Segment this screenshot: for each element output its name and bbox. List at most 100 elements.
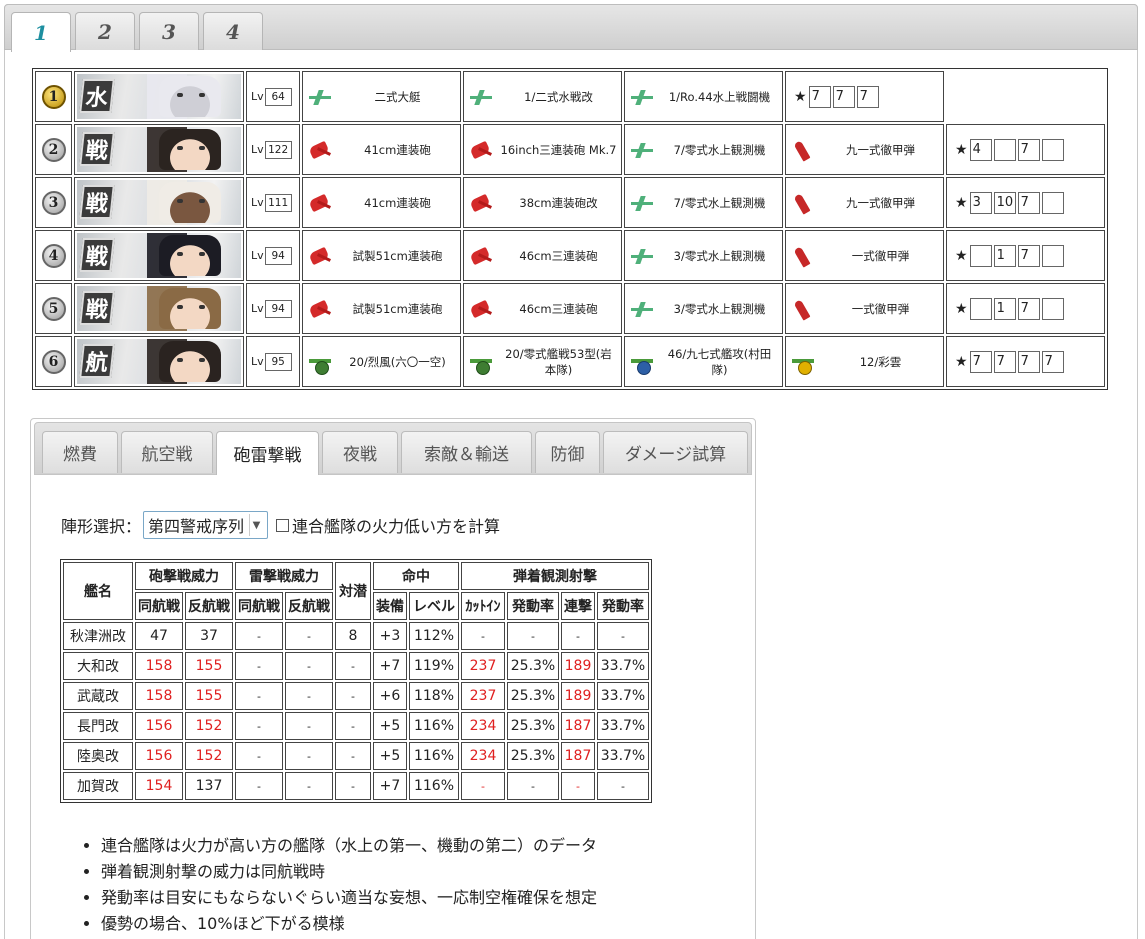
ship-number-cell: 6 [35,336,72,387]
ship-banner-cell[interactable]: 水母 [74,71,244,122]
tab-search-transport[interactable]: 索敵＆輸送 [401,431,532,473]
table-cell: 25.3% [507,652,559,680]
ship-number-cell: 3 [35,177,72,228]
proficiency-input[interactable] [1041,191,1064,214]
equipment-slot[interactable]: 試製51cm連装砲 [302,283,461,334]
equipment-slot[interactable]: 46cm三連装砲 [463,283,622,334]
equipment-slot[interactable]: 1/Ro.44水上戦闘機 [624,71,783,122]
header-accuracy: 命中 [373,562,459,590]
table-cell: - [235,652,283,680]
fighter-icon [307,351,333,375]
proficiency-input[interactable] [969,297,992,320]
proficiency-input[interactable] [1041,138,1064,161]
equipment-slot[interactable]: 7/零式水上観測機 [624,177,783,228]
equipment-slot[interactable]: 一式徹甲弾 [785,283,944,334]
proficiency-input[interactable]: 1 [993,297,1016,320]
equipment-slot[interactable]: 12/彩雲 [785,336,944,387]
proficiency-input[interactable]: 7 [1017,244,1040,267]
ship-banner[interactable]: 戦 [77,127,241,172]
level-input[interactable]: 94 [264,246,292,265]
star-icon: ★ [794,88,807,105]
proficiency-cell: ★ 7 7 7 7 [946,336,1105,387]
equipment-slot[interactable]: 16inch三連装砲 Mk.7 [463,124,622,175]
proficiency-input[interactable] [1041,244,1064,267]
proficiency-input[interactable]: 10 [993,191,1016,214]
proficiency-input[interactable]: 7 [1017,297,1040,320]
equipment-slot[interactable]: 一式徹甲弾 [785,230,944,281]
proficiency-input[interactable]: 4 [969,138,992,161]
equipment-slot[interactable]: 20/烈風(六〇一空) [302,336,461,387]
tab-night-battle[interactable]: 夜戦 [322,431,398,473]
equipment-slot[interactable]: 九一式徹甲弾 [785,177,944,228]
equipment-slot[interactable]: 41cm連装砲 [302,124,461,175]
table-cell: - [285,622,333,650]
level-input[interactable]: 95 [264,352,292,371]
tab-defense[interactable]: 防御 [535,431,600,473]
table-cell: - [335,682,371,710]
equipment-slot[interactable]: 試製51cm連装砲 [302,230,461,281]
ship-number-cell: 1 [35,71,72,122]
ship-number-cell: 5 [35,283,72,334]
ship-banner-cell[interactable]: 戦 [74,283,244,334]
ship-level-cell: Lv 94 [246,283,300,334]
proficiency-cell: ★ 3 10 7 [946,177,1105,228]
equipment-slot[interactable]: 7/零式水上観測機 [624,124,783,175]
formation-select[interactable]: 第四警戒序列 ▼ [143,511,269,539]
proficiency-input[interactable]: 7 [856,85,879,108]
equipment-slot[interactable]: 二式大艇 [302,71,461,122]
proficiency-input[interactable]: 7 [1041,350,1064,373]
header-ship-name: 艦名 [63,562,133,620]
ship-banner[interactable]: 水母 [77,74,241,119]
equipment-slot[interactable]: 九一式徹甲弾 [785,124,944,175]
equipment-slot[interactable]: 20/零式艦戦53型(岩本隊) [463,336,622,387]
proficiency-input[interactable]: 7 [832,85,855,108]
fleet-tab-2[interactable]: 2 [75,12,135,50]
table-cell: 33.7% [597,712,649,740]
proficiency-input[interactable]: 7 [1017,191,1040,214]
proficiency-input[interactable] [969,244,992,267]
ship-level-cell: Lv 94 [246,230,300,281]
fighter-icon [468,351,494,375]
fleet-tab-1[interactable]: 1 [11,12,71,52]
table-cell: - [461,622,505,650]
tab-damage-calc[interactable]: ダメージ試算 [603,431,748,473]
equipment-slot[interactable]: 46/九七式艦攻(村田隊) [624,336,783,387]
ship-banner[interactable]: 戦 [77,180,241,225]
proficiency-input[interactable]: 7 [808,85,831,108]
ship-banner-cell[interactable]: 戦 [74,124,244,175]
ship-banner-cell[interactable]: 航 [74,336,244,387]
ship-banner-cell[interactable]: 戦 [74,230,244,281]
level-input[interactable]: 111 [264,193,292,212]
proficiency-input[interactable] [1041,297,1064,320]
proficiency-input[interactable]: 1 [993,244,1016,267]
equipment-slot[interactable]: 1/二式水戦改 [463,71,622,122]
level-input[interactable]: 94 [264,299,292,318]
ship-banner[interactable]: 戦 [77,286,241,331]
ship-banner[interactable]: 戦 [77,233,241,278]
tab-shelling-torpedo[interactable]: 砲雷撃戦 [216,431,319,475]
table-cell: 156 [135,742,183,770]
tab-fuel[interactable]: 燃費 [42,431,118,473]
equipment-slot[interactable]: 41cm連装砲 [302,177,461,228]
table-cell: 116% [409,712,459,740]
equipment-slot[interactable]: 3/零式水上観測機 [624,230,783,281]
ship-banner[interactable]: 航 [77,339,241,384]
ship-banner-cell[interactable]: 戦 [74,177,244,228]
proficiency-input[interactable]: 7 [1017,350,1040,373]
fleet-tab-4[interactable]: 4 [203,12,263,50]
level-input[interactable]: 64 [264,87,292,106]
checkbox-icon[interactable] [276,518,290,532]
equipment-slot[interactable]: 38cm連装砲改 [463,177,622,228]
proficiency-input[interactable]: 3 [969,191,992,214]
fleet-tab-3[interactable]: 3 [139,12,199,50]
proficiency-input[interactable]: 7 [993,350,1016,373]
level-input[interactable]: 122 [264,140,292,159]
proficiency-input[interactable] [993,138,1016,161]
proficiency-input[interactable]: 7 [1017,138,1040,161]
proficiency-input[interactable]: 7 [969,350,992,373]
equipment-slot[interactable]: 3/零式水上観測機 [624,283,783,334]
tab-air-battle[interactable]: 航空戦 [121,431,213,473]
table-cell: 118% [409,682,459,710]
equipment-slot[interactable]: 46cm三連装砲 [463,230,622,281]
combined-fleet-option[interactable]: 連合艦隊の火力低い方を計算 [276,513,500,537]
